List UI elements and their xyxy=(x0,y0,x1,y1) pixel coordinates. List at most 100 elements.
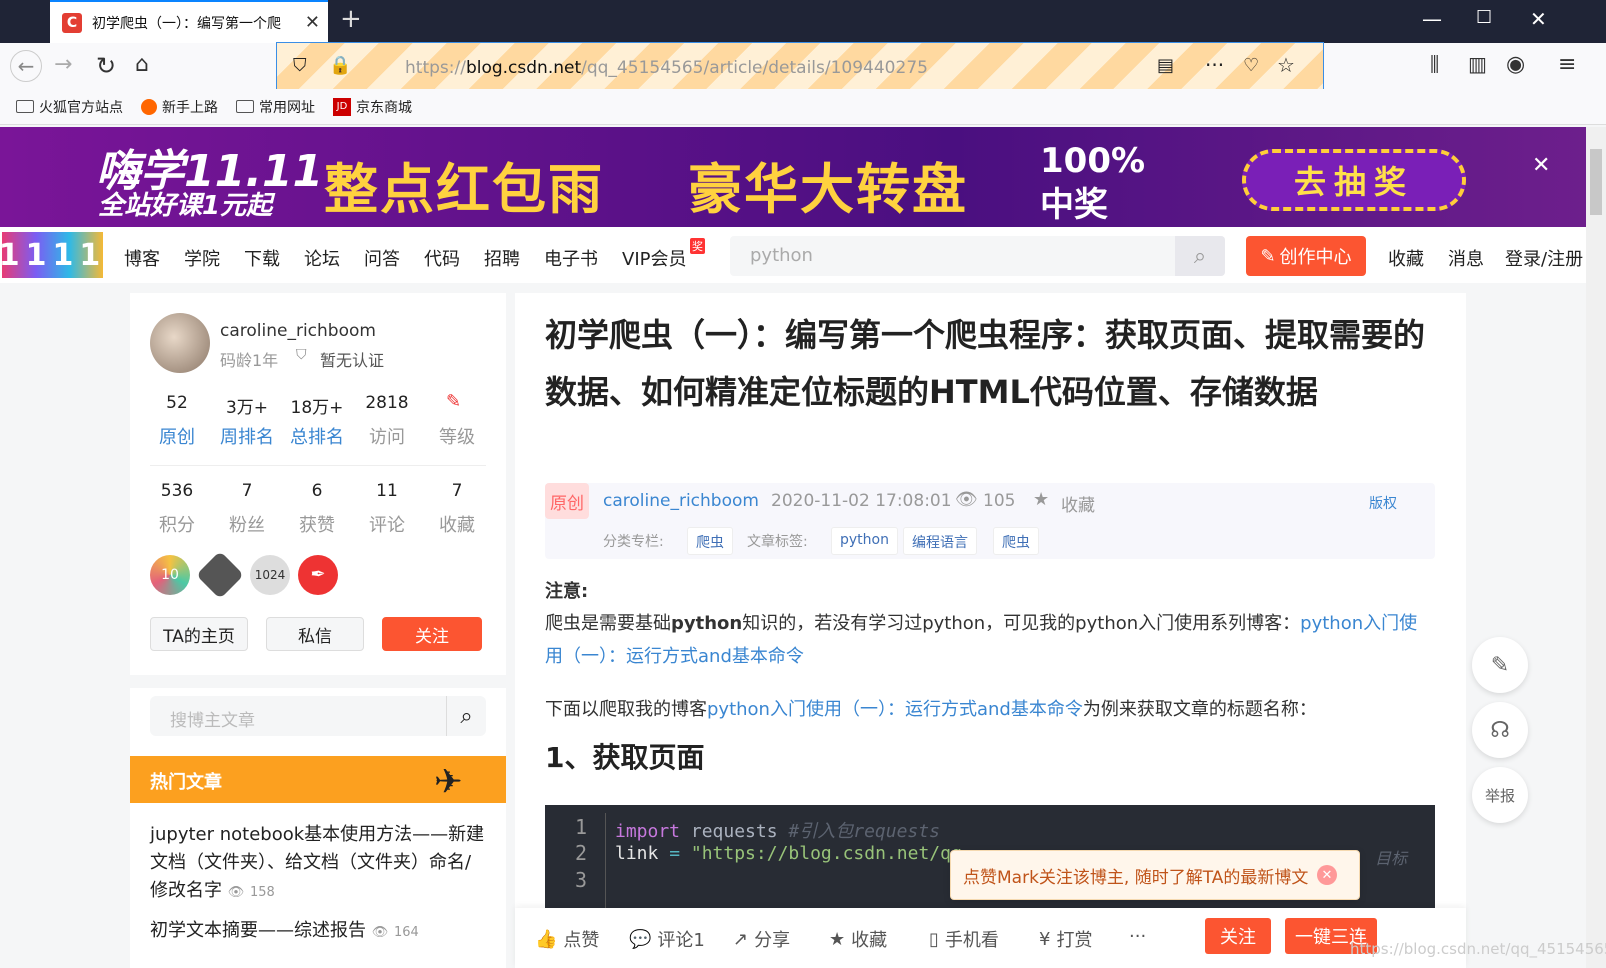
meta-fav[interactable]: 收藏 xyxy=(1061,491,1095,516)
badge-1024-icon[interactable]: 1024 xyxy=(250,555,290,595)
intro-link[interactable]: python入门使用（一）：运行方式and基本命令 xyxy=(707,699,1083,720)
search-icon[interactable]: ⌕ xyxy=(446,696,486,736)
library-icon[interactable]: ⫼ xyxy=(1430,52,1439,76)
meta-copyright[interactable]: 版权 xyxy=(1369,493,1397,513)
hot-article-item[interactable]: 初学文本摘要——综述报告 👁 164 xyxy=(150,917,486,947)
banner-close-icon[interactable]: ✕ xyxy=(1532,153,1550,178)
stat-label[interactable]: 周排名 xyxy=(212,423,282,449)
reward-button[interactable]: ¥ 打赏 xyxy=(1039,926,1092,952)
badge-10-icon[interactable]: 10 xyxy=(150,555,190,595)
badge-hex-icon[interactable] xyxy=(195,550,245,600)
hot-article-views: 158 xyxy=(249,885,275,900)
edit-icon[interactable]: ✎ xyxy=(1472,637,1528,693)
bookmark-item[interactable]: 新手上路 xyxy=(141,97,218,117)
meta-views: 105 xyxy=(983,491,1016,511)
badge-pen-icon[interactable]: ✒ xyxy=(298,555,338,595)
code-keyword: link xyxy=(615,843,659,864)
ta-homepage-button[interactable]: TA的主页 xyxy=(150,617,248,651)
shield-icon[interactable]: ⛉ xyxy=(293,55,307,76)
hot-article-title[interactable]: jupyter notebook基本使用方法——新建文档（文件夹）、给文档（文件… xyxy=(150,824,484,901)
nav-item-ask[interactable]: 问答 xyxy=(364,245,400,271)
coin-icon: ¥ xyxy=(1039,928,1051,950)
bottom-follow-button[interactable]: 关注 xyxy=(1205,918,1271,954)
vip-badge: 奖 xyxy=(690,238,705,254)
follow-button[interactable]: 关注 xyxy=(382,617,482,651)
bookmark-item[interactable]: 火狐官方站点 xyxy=(16,97,123,117)
hot-article-title[interactable]: 初学文本摘要——综述报告 xyxy=(150,920,366,941)
star-icon[interactable]: ★ xyxy=(1033,489,1049,510)
nav-item-vip[interactable]: VIP会员 xyxy=(622,245,686,271)
favorite-label: 收藏 xyxy=(851,930,888,951)
mobile-view-button[interactable]: ▯ 手机看 xyxy=(929,926,999,952)
code-comment-fade: 目标 xyxy=(1375,849,1408,868)
line-number: 1 xyxy=(575,815,588,839)
back-icon[interactable]: ← xyxy=(10,50,42,82)
code-text: = xyxy=(658,843,691,864)
scrollbar-thumb[interactable] xyxy=(1590,149,1602,215)
nav-login[interactable]: 登录/注册 xyxy=(1505,245,1585,271)
star-icon: ★ xyxy=(829,928,846,950)
more-icon[interactable]: ··· xyxy=(1205,53,1224,77)
report-button[interactable]: 举报 xyxy=(1472,767,1528,823)
pen-icon: ✎ xyxy=(1260,245,1276,267)
browser-tab[interactable]: C 初学爬虫（一）：编写第一个爬 ✕ xyxy=(50,0,328,43)
nav-favorites[interactable]: 收藏 xyxy=(1388,245,1424,271)
tooltip-close-icon[interactable]: ✕ xyxy=(1317,865,1337,885)
forward-icon[interactable]: → xyxy=(54,52,72,77)
new-tab-icon[interactable]: + xyxy=(340,4,362,34)
bookmark-item[interactable]: JD 京东商城 xyxy=(333,97,412,117)
blog-search-input[interactable]: 搜博主文章 ⌕ xyxy=(150,696,486,736)
minimize-icon[interactable]: — xyxy=(1422,7,1442,31)
share-button[interactable]: ↗ 分享 xyxy=(733,926,790,952)
stat-label[interactable]: 总排名 xyxy=(282,423,352,449)
stat-label[interactable]: 原创 xyxy=(142,423,212,449)
close-tab-icon[interactable]: ✕ xyxy=(305,12,320,33)
nav-item-code[interactable]: 代码 xyxy=(424,245,460,271)
url-bar[interactable]: ⛉ 🔒 https://blog.csdn.net/qq_45154565/ar… xyxy=(276,42,1324,94)
nav-item-ebook[interactable]: 电子书 xyxy=(544,245,598,271)
nav-item-edu[interactable]: 学院 xyxy=(184,245,220,271)
nav-item-forum[interactable]: 论坛 xyxy=(304,245,340,271)
more-actions-button[interactable]: ··· xyxy=(1129,926,1146,947)
sidebar-icon[interactable]: ▥ xyxy=(1468,52,1487,76)
nav-messages[interactable]: 消息 xyxy=(1448,245,1484,271)
banner-cta-button[interactable]: 去抽奖 xyxy=(1242,149,1466,211)
favorite-button[interactable]: ★ 收藏 xyxy=(829,926,887,952)
url-text[interactable]: https://blog.csdn.net/qq_45154565/articl… xyxy=(405,58,928,78)
site-search-input[interactable]: python ⌕ xyxy=(730,236,1225,276)
create-center-button[interactable]: ✎ 创作中心 xyxy=(1246,236,1366,276)
promo-banner[interactable]: 嗨学11.11 全站好课1元起 整点红包雨 豪华大转盘 100% 中奖 去抽奖 … xyxy=(0,127,1586,227)
like-button[interactable]: 👍 点赞 xyxy=(535,926,599,952)
stat-num: 6 xyxy=(311,481,323,501)
star-icon[interactable]: ☆ xyxy=(1277,53,1295,77)
home-icon[interactable]: ⌂ xyxy=(135,52,149,77)
maximize-icon[interactable]: ☐ xyxy=(1476,7,1492,28)
nav-item-blog[interactable]: 博客 xyxy=(124,245,160,271)
article-tag[interactable]: 爬虫 xyxy=(993,527,1039,555)
search-icon[interactable]: ⌕ xyxy=(1175,236,1225,276)
nav-item-download[interactable]: 下载 xyxy=(244,245,280,271)
headset-icon[interactable]: ☊ xyxy=(1472,702,1528,758)
nav-item-jobs[interactable]: 招聘 xyxy=(484,245,520,271)
csdn-logo[interactable]: 1111 xyxy=(0,232,103,278)
hot-article-item[interactable]: jupyter notebook基本使用方法——新建文档（文件夹）、给文档（文件… xyxy=(150,821,486,907)
tags-label: 文章标签: xyxy=(747,534,808,550)
window-close-icon[interactable]: ✕ xyxy=(1530,7,1547,31)
author-name[interactable]: caroline_richboom xyxy=(220,321,376,341)
meta-author[interactable]: caroline_richboom xyxy=(603,491,759,511)
article-tag[interactable]: python xyxy=(831,527,898,555)
avatar[interactable] xyxy=(150,313,210,373)
bookmark-item[interactable]: 常用网址 xyxy=(236,97,315,117)
article-tag[interactable]: 编程语言 xyxy=(903,527,977,555)
pocket-icon[interactable]: ♡ xyxy=(1243,55,1259,76)
menu-icon[interactable]: ≡ xyxy=(1558,52,1576,77)
lock-icon[interactable]: 🔒 xyxy=(329,55,351,76)
private-message-button[interactable]: 私信 xyxy=(266,617,364,651)
comment-button[interactable]: 💬 评论1 xyxy=(629,926,705,952)
stat-label: 收藏 xyxy=(439,515,475,536)
scrollbar[interactable] xyxy=(1586,127,1606,968)
column-tag[interactable]: 爬虫 xyxy=(687,527,733,555)
reader-icon[interactable]: ▤ xyxy=(1157,55,1174,76)
account-icon[interactable]: ◉ xyxy=(1506,52,1525,77)
reload-icon[interactable]: ↻ xyxy=(96,52,116,80)
